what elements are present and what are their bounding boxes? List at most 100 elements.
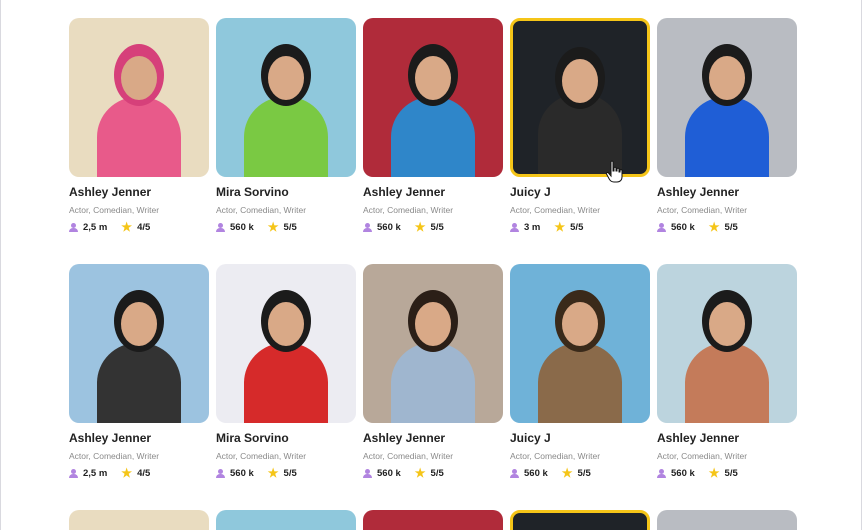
talent-row-partial bbox=[69, 510, 797, 530]
rating-value: 5/5 bbox=[430, 221, 444, 233]
talent-photo[interactable] bbox=[69, 264, 209, 423]
talent-name[interactable]: Ashley Jenner bbox=[363, 185, 503, 199]
person-figure bbox=[391, 343, 475, 423]
followers-count: 560 k bbox=[671, 467, 695, 479]
person-face bbox=[415, 56, 451, 100]
person-figure bbox=[685, 343, 769, 423]
rating-stat: ★ 5/5 bbox=[415, 221, 444, 233]
user-icon bbox=[657, 222, 666, 232]
star-icon: ★ bbox=[267, 220, 279, 234]
user-icon bbox=[510, 468, 519, 478]
talent-stats: 2,5 m ★ 4/5 bbox=[69, 467, 209, 479]
talent-card[interactable] bbox=[363, 510, 503, 530]
rating-value: 5/5 bbox=[724, 467, 738, 479]
talent-name[interactable]: Juicy J bbox=[510, 431, 650, 445]
talent-card[interactable] bbox=[657, 510, 797, 530]
rating-value: 5/5 bbox=[724, 221, 738, 233]
person-figure bbox=[244, 343, 328, 423]
talent-roles: Actor, Comedian, Writer bbox=[69, 451, 160, 461]
star-icon: ★ bbox=[554, 220, 566, 234]
talent-photo[interactable] bbox=[657, 510, 797, 530]
talent-photo[interactable] bbox=[216, 510, 356, 530]
person-figure bbox=[244, 97, 328, 177]
rating-stat: ★ 4/5 bbox=[121, 221, 150, 233]
rating-value: 5/5 bbox=[283, 221, 297, 233]
talent-photo[interactable] bbox=[363, 18, 503, 177]
followers-stat: 560 k bbox=[657, 468, 695, 479]
talent-card[interactable] bbox=[216, 510, 356, 530]
person-face bbox=[709, 56, 745, 100]
talent-card[interactable] bbox=[510, 510, 650, 530]
talent-card[interactable]: Ashley Jenner Actor, Comedian, Writer 560 … bbox=[363, 264, 503, 494]
talent-roles: Actor, Comedian, Writer bbox=[657, 451, 748, 461]
talent-card[interactable]: Ashley Jenner Actor, Comedian, Writer 2,5 … bbox=[69, 264, 209, 494]
user-icon bbox=[510, 222, 519, 232]
talent-photo[interactable] bbox=[69, 510, 209, 530]
talent-photo[interactable] bbox=[363, 264, 503, 423]
talent-name[interactable]: Mira Sorvino bbox=[216, 185, 356, 199]
person-face bbox=[562, 302, 598, 346]
talent-stats: 560 k ★ 5/5 bbox=[510, 467, 650, 479]
talent-photo[interactable] bbox=[510, 510, 650, 530]
talent-card[interactable] bbox=[69, 510, 209, 530]
star-icon: ★ bbox=[414, 220, 426, 234]
followers-count: 560 k bbox=[377, 467, 401, 479]
talent-stats: 560 k ★ 5/5 bbox=[216, 467, 356, 479]
talent-name[interactable]: Ashley Jenner bbox=[657, 185, 797, 199]
talent-name[interactable]: Ashley Jenner bbox=[363, 431, 503, 445]
talent-row: Ashley Jenner Actor, Comedian, Writer 2,5 … bbox=[69, 264, 799, 494]
user-icon bbox=[216, 468, 225, 478]
talent-card[interactable]: Mira Sorvino Actor, Comedian, Writer 560 k… bbox=[216, 264, 356, 494]
talent-card[interactable]: Juicy J Actor, Comedian, Writer 3 m ★ 5/5 bbox=[510, 18, 650, 248]
user-icon bbox=[363, 222, 372, 232]
followers-count: 2,5 m bbox=[83, 221, 108, 233]
star-icon: ★ bbox=[561, 466, 573, 480]
rating-value: 5/5 bbox=[430, 467, 444, 479]
talent-photo[interactable] bbox=[216, 18, 356, 177]
talent-name[interactable]: Mira Sorvino bbox=[216, 431, 356, 445]
person-face bbox=[415, 302, 451, 346]
followers-stat: 560 k bbox=[216, 222, 254, 233]
talent-card[interactable]: Juicy J Actor, Comedian, Writer 560 k ★ 5/5 bbox=[510, 264, 650, 494]
talent-card[interactable]: Ashley Jenner Actor, Comedian, Writer 560 … bbox=[657, 18, 797, 248]
followers-stat: 2,5 m bbox=[69, 222, 107, 233]
star-icon: ★ bbox=[267, 466, 279, 480]
talent-card[interactable]: Ashley Jenner Actor, Comedian, Writer 2,5 … bbox=[69, 18, 209, 248]
talent-name[interactable]: Juicy J bbox=[510, 185, 650, 199]
talent-roles: Actor, Comedian, Writer bbox=[510, 451, 601, 461]
talent-card[interactable]: Mira Sorvino Actor, Comedian, Writer 560 k… bbox=[216, 18, 356, 248]
rating-value: 5/5 bbox=[577, 467, 591, 479]
talent-grid: Ashley Jenner Actor, Comedian, Writer 2,5 … bbox=[69, 18, 799, 510]
talent-card[interactable]: Ashley Jenner Actor, Comedian, Writer 560 … bbox=[657, 264, 797, 494]
rating-value: 5/5 bbox=[283, 467, 297, 479]
person-face bbox=[709, 302, 745, 346]
user-icon bbox=[69, 222, 78, 232]
talent-photo[interactable] bbox=[363, 510, 503, 530]
talent-photo[interactable] bbox=[510, 264, 650, 423]
talent-photo[interactable] bbox=[657, 264, 797, 423]
followers-stat: 3 m bbox=[510, 222, 540, 233]
talent-photo[interactable] bbox=[69, 18, 209, 177]
user-icon bbox=[657, 468, 666, 478]
followers-stat: 2,5 m bbox=[69, 468, 107, 479]
talent-photo[interactable] bbox=[657, 18, 797, 177]
followers-count: 560 k bbox=[230, 221, 254, 233]
person-face bbox=[121, 56, 157, 100]
rating-value: 5/5 bbox=[570, 221, 584, 233]
talent-roles: Actor, Comedian, Writer bbox=[216, 451, 307, 461]
rating-stat: ★ 4/5 bbox=[121, 467, 150, 479]
talent-photo[interactable] bbox=[510, 18, 650, 177]
talent-stats: 560 k ★ 5/5 bbox=[657, 467, 797, 479]
talent-row: Ashley Jenner Actor, Comedian, Writer 2,5 … bbox=[69, 18, 799, 248]
talent-card[interactable]: Ashley Jenner Actor, Comedian, Writer 560 … bbox=[363, 18, 503, 248]
star-icon: ★ bbox=[121, 466, 133, 480]
talent-name[interactable]: Ashley Jenner bbox=[69, 185, 209, 199]
talent-name[interactable]: Ashley Jenner bbox=[69, 431, 209, 445]
followers-count: 3 m bbox=[524, 221, 541, 233]
followers-count: 560 k bbox=[524, 467, 548, 479]
talent-stats: 3 m ★ 5/5 bbox=[510, 221, 650, 233]
talent-photo[interactable] bbox=[216, 264, 356, 423]
talent-name[interactable]: Ashley Jenner bbox=[657, 431, 797, 445]
talent-stats: 560 k ★ 5/5 bbox=[216, 221, 356, 233]
rating-value: 4/5 bbox=[137, 221, 151, 233]
